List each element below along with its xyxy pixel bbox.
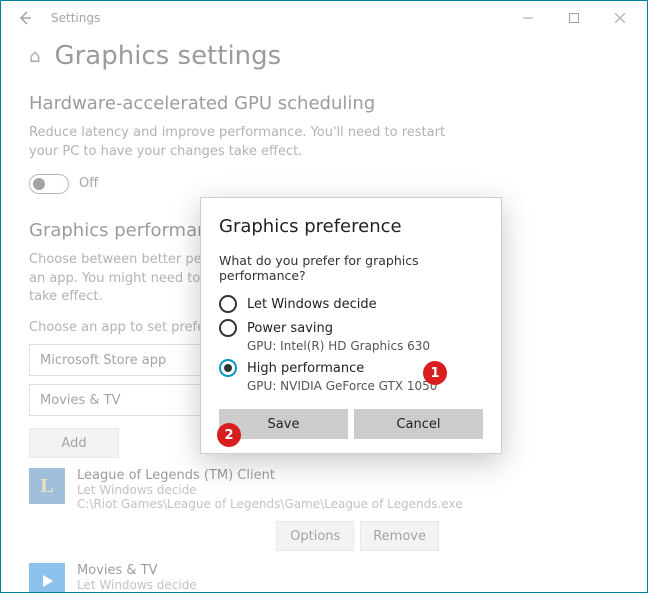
app-icon <box>29 468 65 504</box>
window-title: Settings <box>41 11 100 25</box>
maximize-button[interactable] <box>551 3 597 33</box>
graphics-preference-dialog: Graphics preference What do you prefer f… <box>200 197 502 454</box>
app-name: League of Legends (TM) Client <box>77 468 619 483</box>
radio-icon <box>219 319 237 337</box>
app-row[interactable]: League of Legends (TM) Client Let Window… <box>29 458 619 515</box>
app-row[interactable]: Movies & TV Let Windows decide <box>29 553 619 593</box>
radio-option-power-saving[interactable]: Power saving <box>219 319 483 337</box>
remove-button[interactable]: Remove <box>360 521 439 551</box>
settings-window: Settings ⌂ Graphics settings Hardware-ac… <box>0 0 648 593</box>
add-button[interactable]: Add <box>29 428 119 458</box>
play-icon <box>38 572 56 590</box>
app-pref: Let Windows decide <box>77 483 619 497</box>
home-icon[interactable]: ⌂ <box>29 46 40 67</box>
close-icon <box>615 13 625 23</box>
radio-icon <box>219 295 237 313</box>
titlebar: Settings <box>1 1 647 35</box>
minimize-icon <box>523 13 533 23</box>
page-title: Graphics settings <box>54 41 281 71</box>
app-type-value: Microsoft Store app <box>40 353 166 368</box>
gpu-sched-desc: Reduce latency and improve performance. … <box>29 124 449 162</box>
page-heading-row: ⌂ Graphics settings <box>29 41 619 71</box>
dialog-prompt: What do you prefer for graphics performa… <box>219 253 483 283</box>
gpu-sched-heading: Hardware-accelerated GPU scheduling <box>29 93 619 114</box>
app-pref: Let Windows decide <box>77 578 619 592</box>
minimize-button[interactable] <box>505 3 551 33</box>
back-button[interactable] <box>9 11 41 25</box>
radio-icon <box>219 359 237 377</box>
maximize-icon <box>569 13 579 23</box>
options-button[interactable]: Options <box>276 521 354 551</box>
dialog-actions: Save Cancel <box>219 409 483 439</box>
app-name: Movies & TV <box>77 563 619 578</box>
app-actions: Options Remove <box>29 521 619 551</box>
app-icon <box>29 563 65 593</box>
app-select-value: Movies & TV <box>40 393 120 408</box>
dialog-title: Graphics preference <box>219 216 483 237</box>
app-path: C:\Riot Games\League of Legends\Game\Lea… <box>77 497 619 511</box>
gpu-sched-toggle-label: Off <box>79 176 98 191</box>
annotation-badge-2: 2 <box>217 423 241 447</box>
radio-option-let-windows-decide[interactable]: Let Windows decide <box>219 295 483 313</box>
back-arrow-icon <box>18 11 32 25</box>
power-saving-gpu: GPU: Intel(R) HD Graphics 630 <box>219 339 483 353</box>
gpu-sched-toggle-row: Off <box>29 174 619 194</box>
close-button[interactable] <box>597 3 643 33</box>
gpu-sched-toggle[interactable] <box>29 174 69 194</box>
annotation-badge-1: 1 <box>423 361 447 385</box>
cancel-button[interactable]: Cancel <box>354 409 483 439</box>
